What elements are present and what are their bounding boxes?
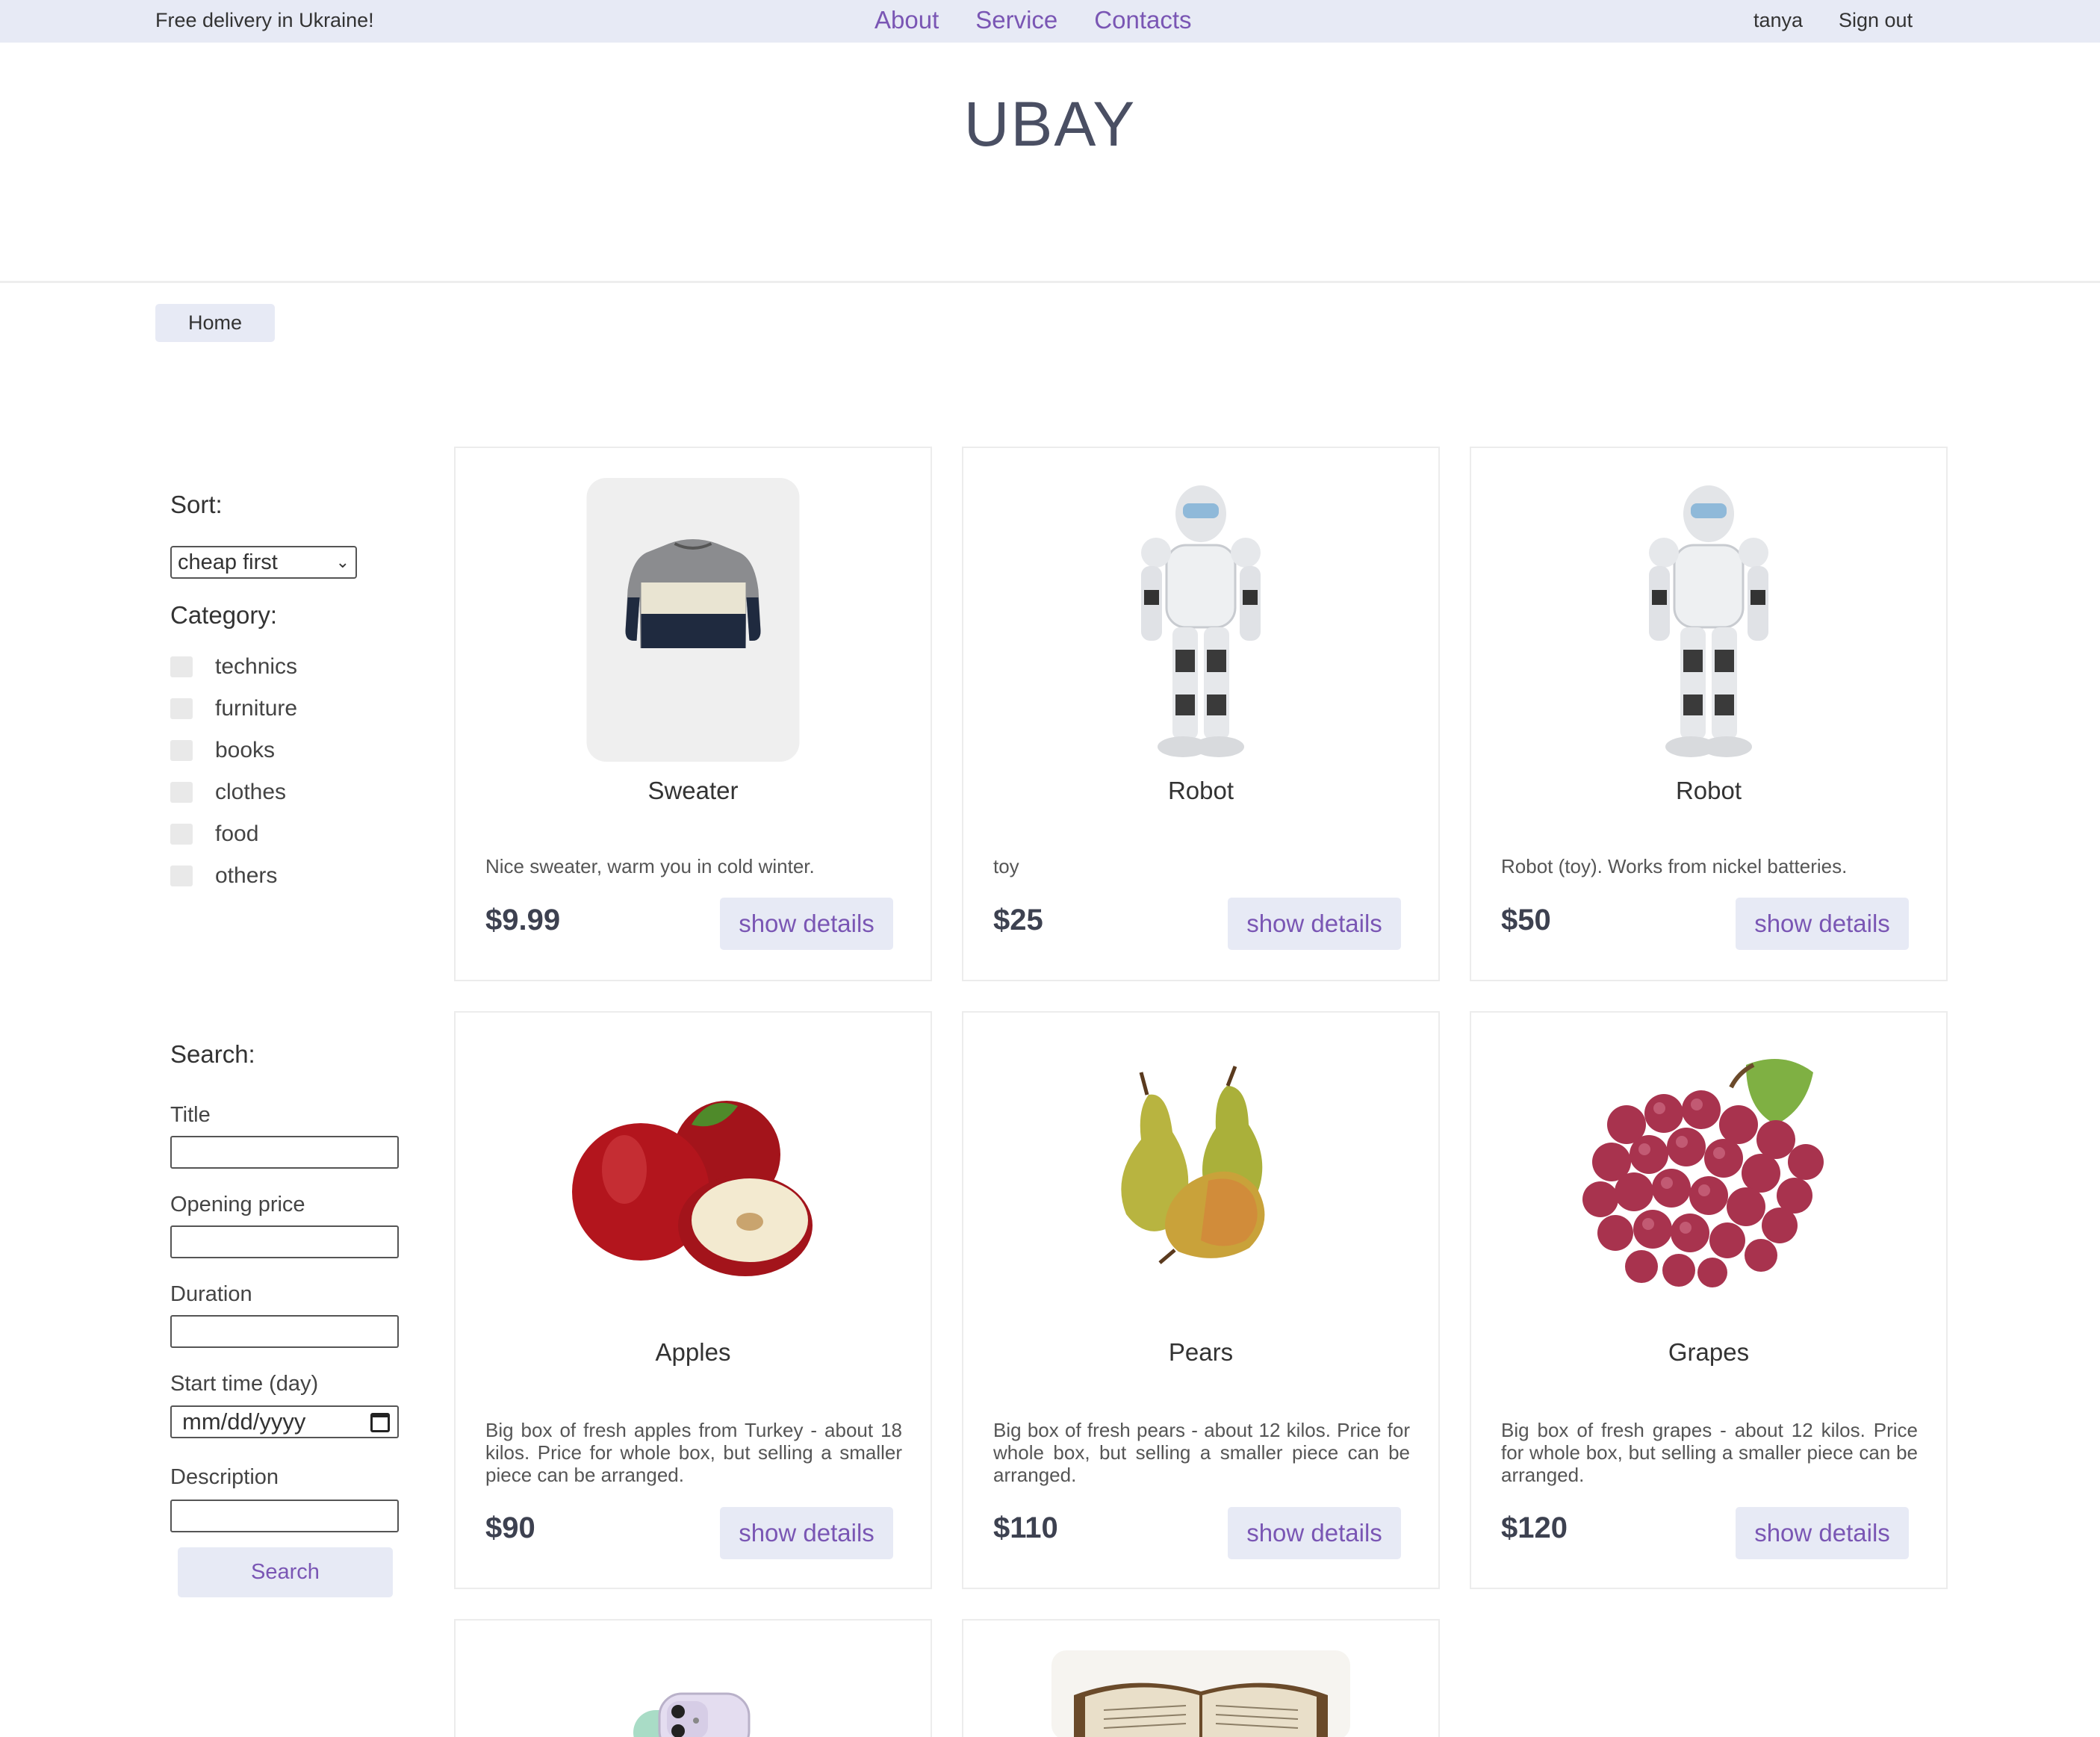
- robot-image: [1619, 478, 1798, 762]
- product-price: $120: [1501, 1511, 1568, 1544]
- search-button[interactable]: Search: [178, 1547, 393, 1597]
- sort-select[interactable]: cheap first ⌄: [170, 546, 357, 579]
- checkbox[interactable]: [170, 824, 193, 845]
- user-name[interactable]: tanya: [1753, 9, 1803, 32]
- category-label: food: [215, 821, 259, 846]
- product-card[interactable]: [962, 1619, 1440, 1737]
- product-title[interactable]: Apples: [456, 1338, 931, 1367]
- sort-heading: Sort:: [170, 491, 223, 518]
- category-others[interactable]: others: [170, 863, 277, 889]
- product-title[interactable]: Grapes: [1471, 1338, 1946, 1367]
- checkbox[interactable]: [170, 782, 193, 803]
- category-technics[interactable]: technics: [170, 654, 297, 680]
- product-description: Big box of fresh apples from Turkey - ab…: [485, 1419, 902, 1486]
- product-description: Robot (toy). Works from nickel batteries…: [1501, 855, 1848, 877]
- top-nav: About Service Contacts: [875, 6, 1192, 34]
- show-details-button[interactable]: show details: [720, 1507, 893, 1559]
- category-food[interactable]: food: [170, 821, 258, 847]
- show-details-button[interactable]: show details: [1736, 898, 1909, 950]
- opening-price-label: Opening price: [170, 1193, 305, 1216]
- duration-label: Duration: [170, 1282, 252, 1306]
- start-time-label: Start time (day): [170, 1372, 319, 1396]
- pears-image: [1089, 1050, 1313, 1311]
- show-details-button[interactable]: show details: [720, 898, 893, 950]
- product-card[interactable]: Grapes Big box of fresh grapes - about 1…: [1470, 1011, 1948, 1589]
- robot-image: [1111, 478, 1290, 762]
- nav-contacts[interactable]: Contacts: [1094, 6, 1191, 34]
- duration-input[interactable]: [170, 1315, 399, 1348]
- product-description: Big box of fresh grapes - about 12 kilos…: [1501, 1419, 1918, 1486]
- opening-price-input[interactable]: [170, 1225, 399, 1258]
- phone-image: [618, 1688, 768, 1737]
- product-title[interactable]: Sweater: [456, 777, 931, 805]
- top-bar: Free delivery in Ukraine! About Service …: [0, 0, 2100, 43]
- promo-text: Free delivery in Ukraine!: [155, 9, 374, 31]
- show-details-button[interactable]: show details: [1228, 1507, 1401, 1559]
- site-logo[interactable]: UBAY: [0, 88, 2100, 161]
- product-description: Big box of fresh pears - about 12 kilos.…: [993, 1419, 1410, 1486]
- product-price: $110: [993, 1511, 1058, 1544]
- category-label: clothes: [215, 780, 287, 804]
- checkbox[interactable]: [170, 698, 193, 719]
- show-details-button[interactable]: show details: [1228, 898, 1401, 950]
- nav-service[interactable]: Service: [975, 6, 1057, 34]
- sort-select-value: cheap first: [178, 550, 278, 574]
- checkbox[interactable]: [170, 866, 193, 886]
- category-clothes[interactable]: clothes: [170, 780, 286, 805]
- product-price: $50: [1501, 904, 1551, 936]
- chevron-down-icon: ⌄: [335, 553, 350, 571]
- apples-image: [559, 1050, 827, 1311]
- product-card[interactable]: [454, 1619, 932, 1737]
- product-description: toy: [993, 855, 1019, 877]
- sign-out-link[interactable]: Sign out: [1839, 9, 1913, 32]
- category-label: technics: [215, 654, 298, 679]
- grapes-image: [1559, 1042, 1858, 1319]
- product-description: Nice sweater, warm you in cold winter.: [485, 855, 815, 877]
- show-details-button[interactable]: show details: [1736, 1507, 1909, 1559]
- category-furniture[interactable]: furniture: [170, 696, 297, 721]
- product-price: $25: [993, 904, 1043, 936]
- product-card[interactable]: Pears Big box of fresh pears - about 12 …: [962, 1011, 1440, 1589]
- category-label: books: [215, 738, 276, 762]
- checkbox[interactable]: [170, 740, 193, 761]
- category-label: furniture: [215, 696, 298, 721]
- title-label: Title: [170, 1103, 211, 1127]
- product-card[interactable]: Robot Robot (toy). Works from nickel bat…: [1470, 447, 1948, 981]
- header-divider: [0, 281, 2100, 283]
- checkbox[interactable]: [170, 656, 193, 677]
- product-title[interactable]: Pears: [963, 1338, 1438, 1367]
- product-card[interactable]: Apples Big box of fresh apples from Turk…: [454, 1011, 932, 1589]
- search-heading: Search:: [170, 1040, 255, 1068]
- title-input[interactable]: [170, 1136, 399, 1169]
- product-price: $90: [485, 1511, 535, 1544]
- category-heading: Category:: [170, 601, 278, 629]
- product-card[interactable]: Robot toy $25 show details: [962, 447, 1440, 981]
- product-card[interactable]: Sweater Nice sweater, warm you in cold w…: [454, 447, 932, 981]
- description-label: Description: [170, 1465, 279, 1489]
- date-placeholder: mm/dd/yyyy: [182, 1408, 306, 1435]
- nav-about[interactable]: About: [875, 6, 939, 34]
- breadcrumb-home[interactable]: Home: [155, 304, 275, 342]
- category-books[interactable]: books: [170, 738, 275, 763]
- sweater-image: [586, 478, 800, 762]
- category-label: others: [215, 863, 278, 888]
- product-price: $9.99: [485, 904, 561, 936]
- product-title[interactable]: Robot: [963, 777, 1438, 805]
- calendar-icon[interactable]: [370, 1413, 390, 1432]
- description-input[interactable]: [170, 1500, 399, 1532]
- start-time-input[interactable]: mm/dd/yyyy: [170, 1405, 399, 1438]
- book-image: [1051, 1650, 1350, 1737]
- product-title[interactable]: Robot: [1471, 777, 1946, 805]
